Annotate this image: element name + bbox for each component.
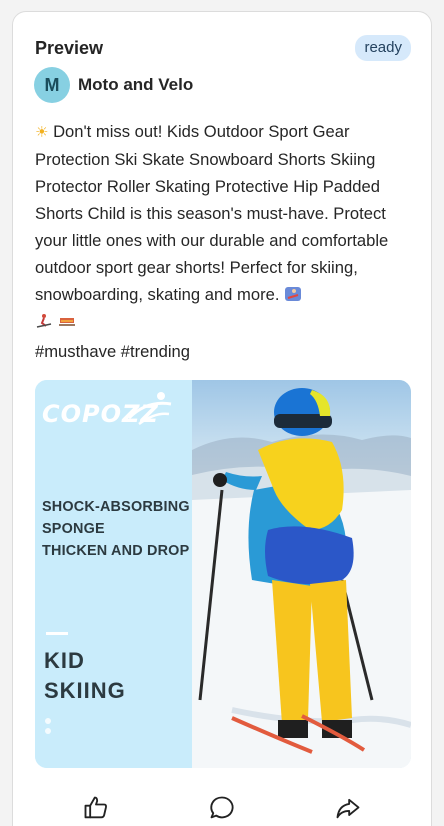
sun-emoji-icon: ☀ (35, 123, 49, 141)
feature-text: SHOCK-ABSORBING SPONGE THICKEN AND DROP (42, 496, 190, 562)
headline-line: KID (44, 648, 85, 673)
action-bar (35, 788, 411, 826)
feature-line: THICKEN AND DROP (42, 543, 190, 559)
image-info-panel: COPOZZ SHOCK-ABSORBING SPONGE THICKEN AN… (35, 380, 192, 768)
feature-line: SPONGE (42, 521, 105, 537)
headline-line: SKIING (44, 678, 126, 703)
post-text: Don't miss out! Kids Outdoor Sport Gear … (35, 122, 389, 304)
product-image[interactable]: COPOZZ SHOCK-ABSORBING SPONGE THICKEN AN… (35, 380, 411, 768)
post-preview-card: Preview ready M Moto and Velo ☀ Don't mi… (12, 11, 432, 826)
divider (46, 632, 68, 635)
sled-emoji-icon (58, 318, 75, 326)
carousel-dot (45, 718, 51, 724)
feature-line: SHOCK-ABSORBING (42, 499, 190, 515)
skier-emoji-icon (36, 314, 52, 328)
carousel-dot (45, 728, 51, 734)
post-body: ☀ Don't miss out! Kids Outdoor Sport Gea… (35, 118, 413, 335)
hashtags[interactable]: #musthave #trending (35, 342, 190, 362)
comment-icon (210, 796, 234, 819)
skier-photo (192, 380, 411, 768)
carousel-dots (45, 718, 51, 734)
page-title: Preview (35, 37, 104, 58)
avatar[interactable]: M (34, 67, 70, 103)
share-icon (336, 798, 360, 819)
author-row[interactable]: M Moto and Velo (34, 67, 193, 103)
comment-button[interactable] (202, 788, 242, 826)
status-badge: ready (355, 35, 411, 61)
share-button[interactable] (328, 788, 368, 826)
brand-swoosh-icon (127, 392, 172, 426)
thumbs-up-icon (84, 796, 107, 819)
image-headline: KID SKIING (44, 646, 126, 706)
skier-illustration (192, 388, 411, 768)
snowboarder-emoji-icon (285, 287, 302, 301)
like-button[interactable] (76, 788, 116, 826)
author-name[interactable]: Moto and Velo (78, 75, 193, 95)
card-header: Preview ready (35, 35, 411, 61)
